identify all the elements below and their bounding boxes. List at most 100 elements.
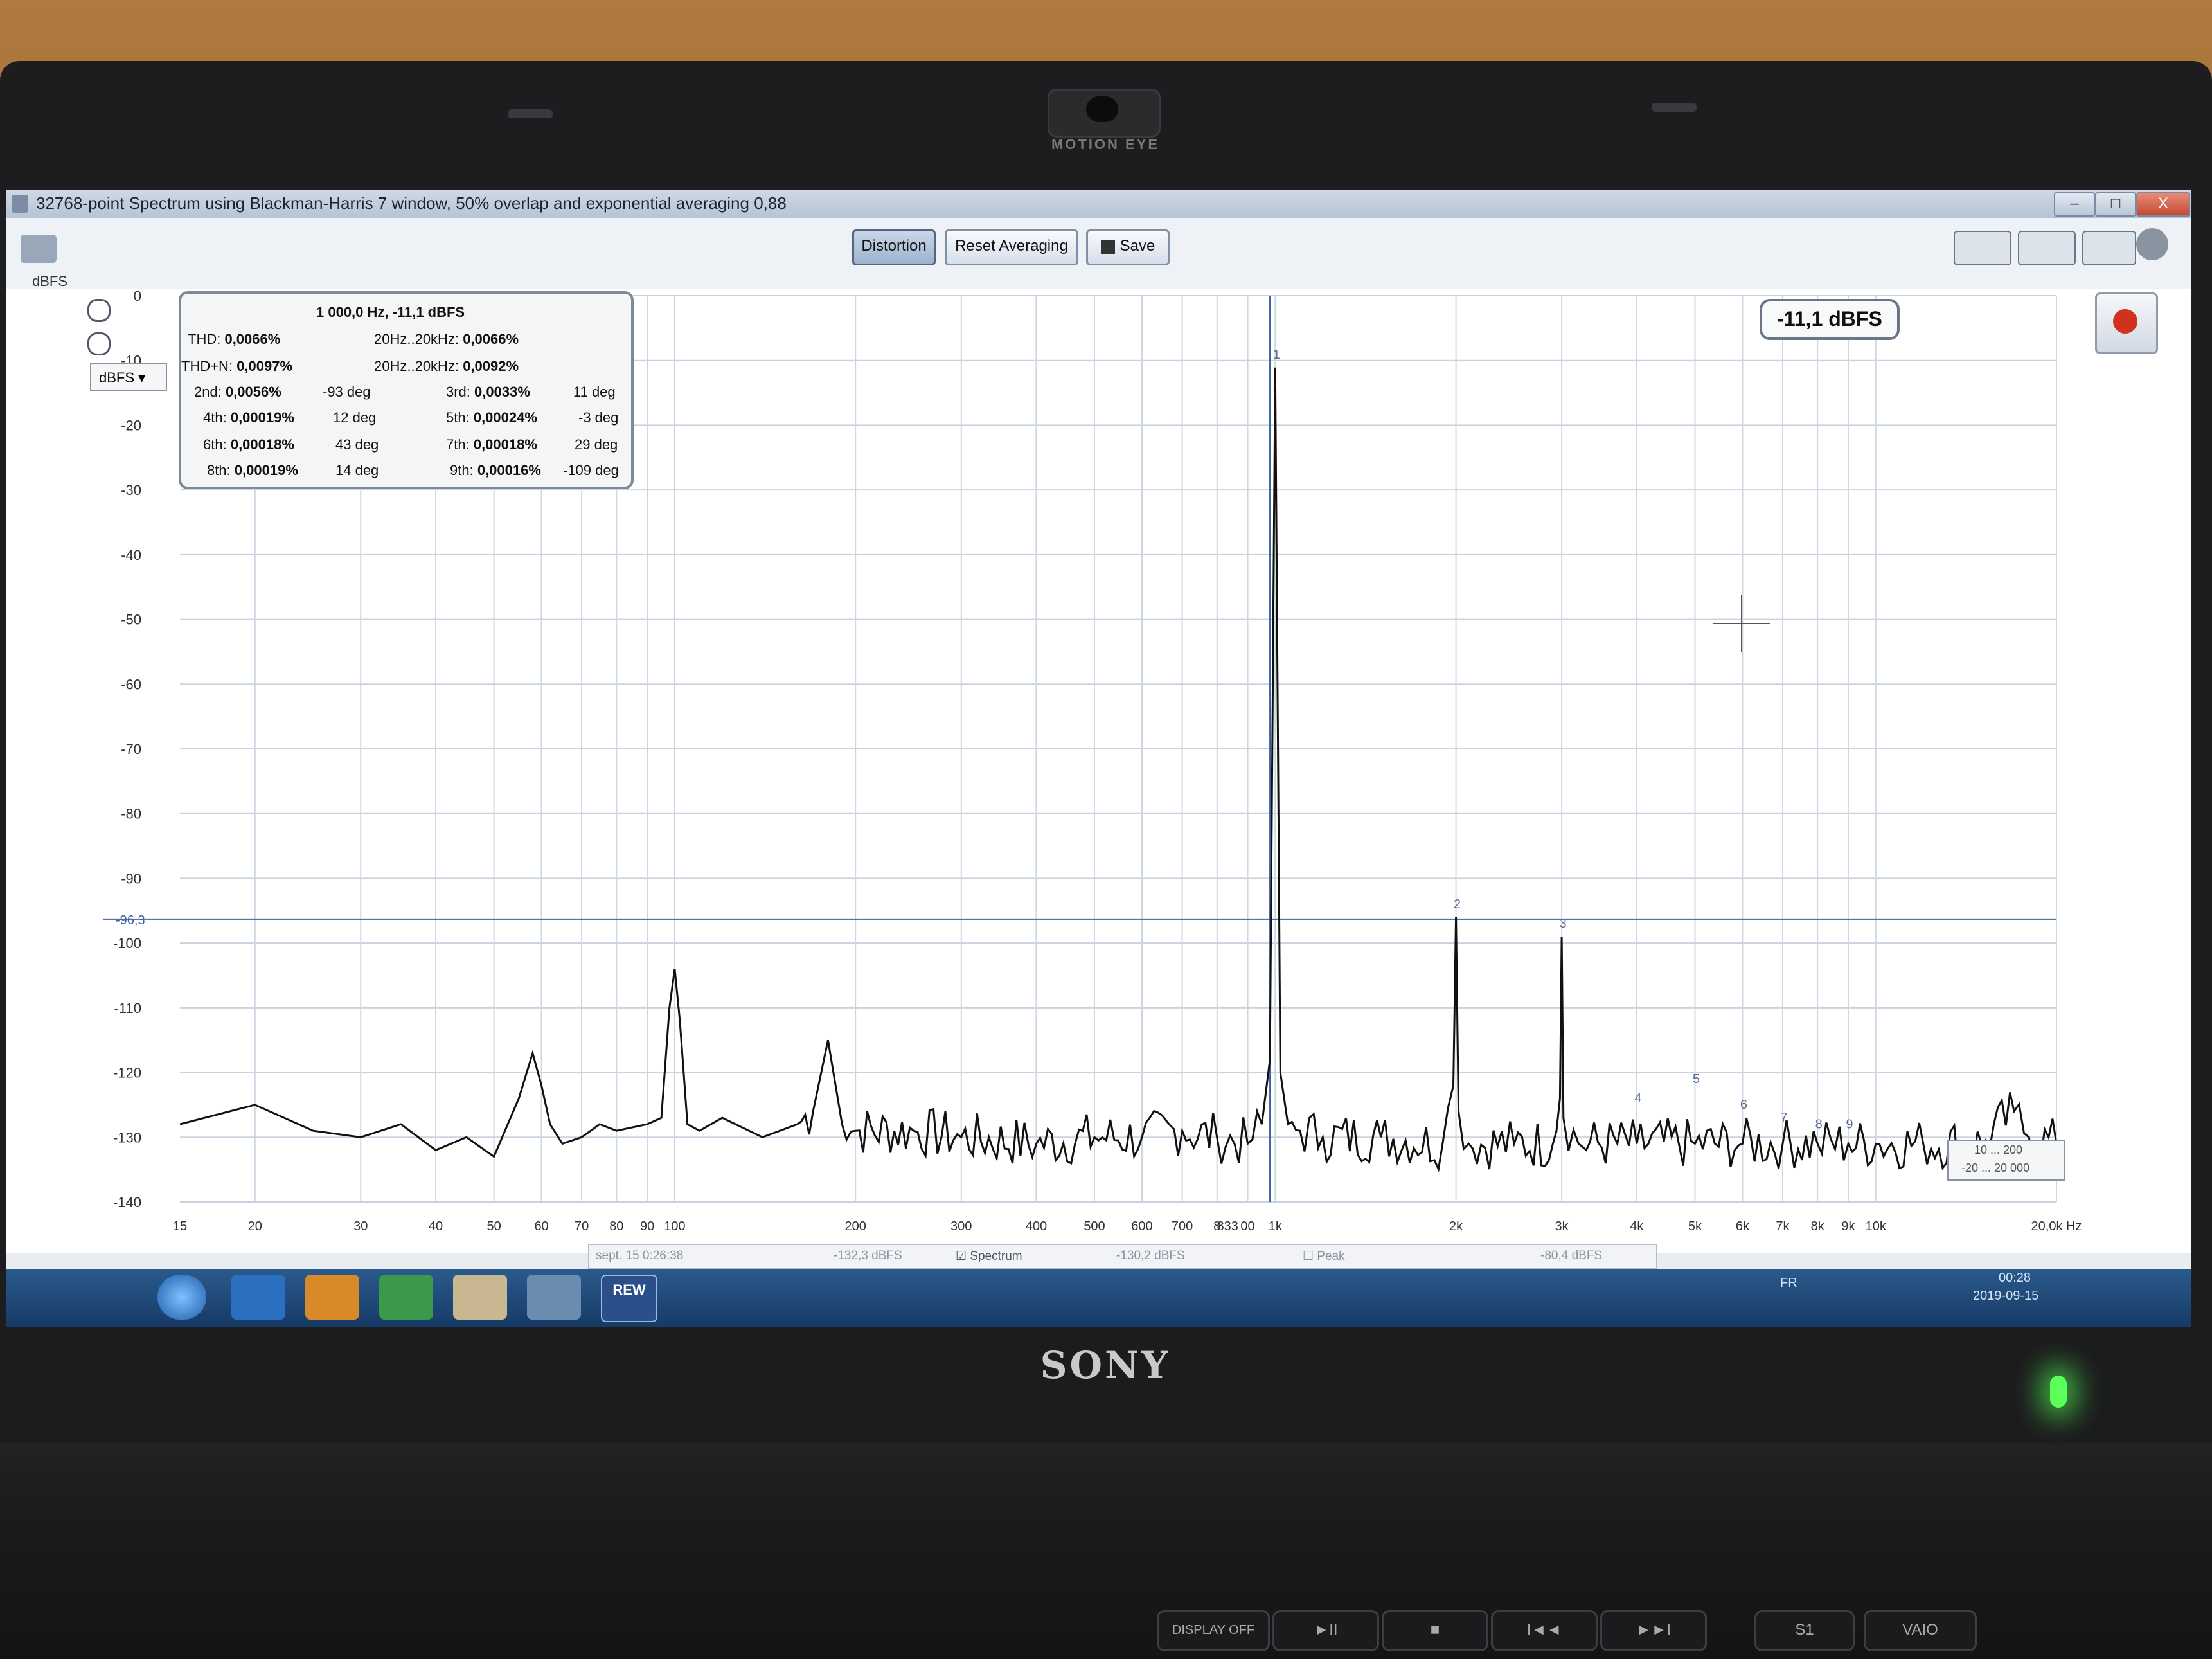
harmonic-marker: 9 xyxy=(1846,1117,1853,1131)
move-axes-icon[interactable] xyxy=(2082,231,2136,265)
thdn-band-row: 20Hz..20kHz: 0,0092% xyxy=(374,358,519,375)
legend-item-peak[interactable]: ☐ Peak xyxy=(1303,1249,1345,1264)
cursor-value-label: -96,3 xyxy=(116,913,145,928)
play-pause-key[interactable]: ►II xyxy=(1272,1610,1379,1651)
harmonic-marker: 6 xyxy=(1740,1098,1747,1112)
x-tick-label: 500 xyxy=(1084,1219,1105,1233)
record-icon xyxy=(2113,309,2137,334)
y-tick-label: -50 xyxy=(121,612,141,628)
thdn-label: THD+N: xyxy=(181,358,233,374)
bezel-indicator xyxy=(1652,103,1697,112)
y-tick-label: -20 xyxy=(121,417,141,433)
harmonic-row: 9th: 0,00016% xyxy=(450,462,541,478)
ie-icon[interactable] xyxy=(231,1275,285,1320)
bezel-indicator xyxy=(508,109,553,118)
window-icon[interactable] xyxy=(527,1275,581,1320)
harmonic-marker: 5 xyxy=(1693,1072,1700,1086)
thd-band-value: 0,0066% xyxy=(463,331,519,347)
thd-band-row: 20Hz..20kHz: 0,0066% xyxy=(374,331,519,348)
range-box[interactable]: 10 ... 200 -20 ... 20 000 xyxy=(1947,1140,2065,1181)
y-tick-label: -120 xyxy=(113,1065,141,1081)
x-tick-label: 3k xyxy=(1555,1219,1569,1233)
y-unit-label: dBFS xyxy=(32,273,68,289)
thd-band-label: 20Hz..20kHz: xyxy=(374,331,459,347)
harmonic-marker: 7 xyxy=(1780,1111,1787,1125)
legend-item-spectrum[interactable]: ☑ Spectrum xyxy=(956,1249,1022,1264)
x-tick-label: 400 xyxy=(1026,1219,1047,1233)
x-tick-label: 300 xyxy=(950,1219,972,1233)
stop-key[interactable]: ■ xyxy=(1382,1610,1488,1651)
x-tick-label: 50 xyxy=(486,1219,501,1233)
y-tick-label: -100 xyxy=(113,935,141,951)
harmonic-row: 2nd: 0,0056% xyxy=(194,384,281,400)
clock-time[interactable]: 00:28 xyxy=(1999,1271,2031,1286)
x-tick-label: 4k xyxy=(1630,1219,1644,1233)
gear-icon[interactable] xyxy=(2136,228,2168,260)
explorer-icon[interactable] xyxy=(453,1275,507,1320)
range-x: 10 ... 200 xyxy=(1974,1143,2023,1156)
y-tick-label: -110 xyxy=(114,1000,141,1016)
power-led xyxy=(2050,1376,2067,1408)
thdn-value: 0,0097% xyxy=(236,358,293,374)
title-bar: 32768-point Spectrum using Blackman-Harr… xyxy=(6,190,2191,218)
harmonic-phase: -93 deg xyxy=(323,384,371,400)
x-tick-label: 9k xyxy=(1841,1219,1855,1233)
x-tick-label: 60 xyxy=(534,1219,548,1233)
zoom-out-icon[interactable] xyxy=(87,332,111,355)
harmonic-phase: 14 deg xyxy=(335,462,379,478)
start-orb[interactable] xyxy=(157,1275,206,1320)
clock-date[interactable]: 2019-09-15 xyxy=(1973,1289,2038,1304)
y-tick-label: -70 xyxy=(121,741,141,757)
language-indicator[interactable]: FR xyxy=(1780,1276,1797,1290)
harmonic-phase: -109 deg xyxy=(563,462,619,478)
distortion-button[interactable]: Distortion xyxy=(852,229,936,265)
x-tick-label: 90 xyxy=(640,1219,654,1233)
harmonic-marker: 8 xyxy=(1815,1117,1823,1131)
legend-item-date[interactable]: sept. 15 0:26:38 xyxy=(596,1249,683,1263)
x-tick-label: 600 xyxy=(1131,1219,1152,1233)
display-off-key[interactable]: DISPLAY OFF xyxy=(1157,1610,1270,1651)
harmonic-row: 4th: 0,00019% xyxy=(203,409,294,426)
x-tick-label: 100 xyxy=(664,1219,685,1233)
rew-icon[interactable]: REW xyxy=(601,1275,657,1322)
save-button[interactable]: Save xyxy=(1086,229,1170,265)
previous-key[interactable]: I◄◄ xyxy=(1491,1610,1598,1651)
x-tick-label: 700 xyxy=(1172,1219,1193,1233)
layout-icon[interactable] xyxy=(1954,231,2011,265)
legend-bar: sept. 15 0:26:38 -132,3 dBFS ☑ Spectrum … xyxy=(588,1244,1657,1269)
maximize-button[interactable]: □ xyxy=(2095,192,2136,217)
columns-icon[interactable] xyxy=(2018,231,2076,265)
harmonic-marker: 2 xyxy=(1454,897,1461,911)
minimize-button[interactable]: – xyxy=(2054,192,2095,217)
s1-key[interactable]: S1 xyxy=(1754,1610,1855,1651)
harmonic-marker: 4 xyxy=(1634,1091,1641,1106)
legend-peak-label: Peak xyxy=(1317,1250,1345,1263)
next-key[interactable]: ►►I xyxy=(1600,1610,1707,1651)
camera-label: MOTION EYE xyxy=(1051,136,1160,152)
harmonic-phase: 43 deg xyxy=(335,436,379,453)
x-tick-label: 20 xyxy=(248,1219,262,1233)
unit-select-value: dBFS xyxy=(99,370,135,386)
screenshot-icon[interactable] xyxy=(21,235,57,263)
harmonic-phase: -3 deg xyxy=(578,409,619,426)
harmonic-row: 6th: 0,00018% xyxy=(203,436,294,453)
rew-label: REW xyxy=(612,1282,646,1298)
thdn-row: THD+N: 0,0097% xyxy=(181,358,292,375)
thd-row: THD: 0,0066% xyxy=(188,331,280,348)
media-player-icon[interactable] xyxy=(305,1275,359,1320)
harmonic-phase: 12 deg xyxy=(333,409,377,426)
x-tick-label: 70 xyxy=(575,1219,589,1233)
unit-select[interactable]: dBFS ▾ xyxy=(90,363,167,391)
y-tick-label: -30 xyxy=(121,482,141,498)
close-button[interactable]: X xyxy=(2136,192,2190,217)
harmonic-marker: 1 xyxy=(1273,348,1280,362)
distortion-panel: 1 000,0 Hz, -11,1 dBFS THD: 0,0066% 20Hz… xyxy=(179,291,634,489)
window-title: 32768-point Spectrum using Blackman-Harr… xyxy=(36,193,787,213)
vaio-key[interactable]: VAIO xyxy=(1864,1610,1977,1651)
x-tick-label: 15 xyxy=(173,1219,187,1233)
app-icon xyxy=(12,195,28,213)
x-tick-label: 1k xyxy=(1269,1219,1283,1233)
chrome-icon[interactable] xyxy=(379,1275,433,1320)
reset-averaging-button[interactable]: Reset Averaging xyxy=(945,229,1078,265)
zoom-in-icon[interactable] xyxy=(87,299,111,322)
